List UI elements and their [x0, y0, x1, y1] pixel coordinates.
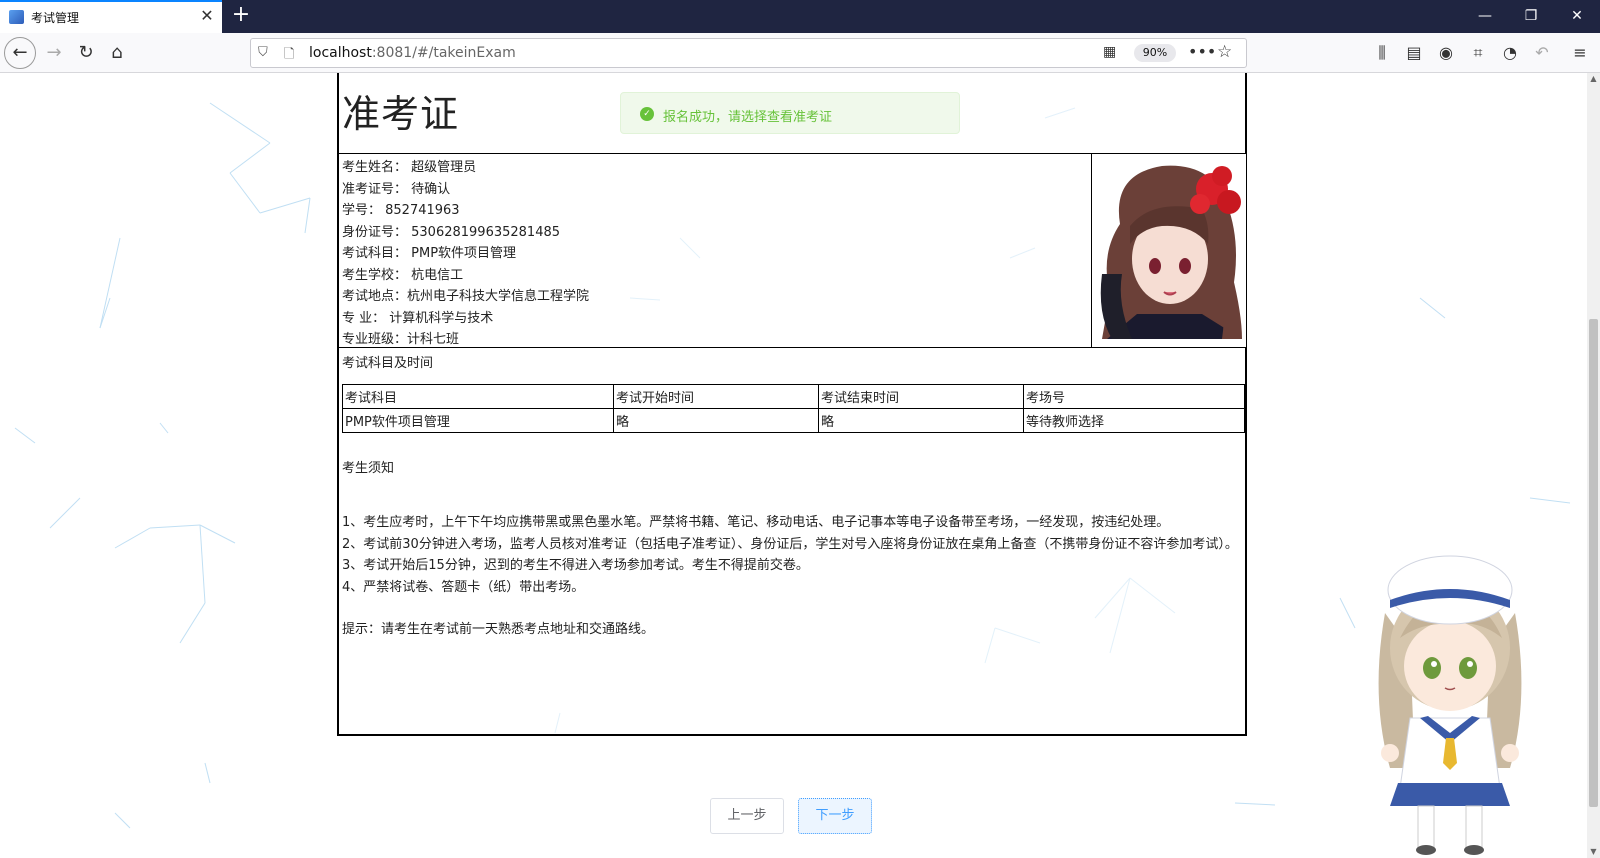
admission-ticket: 准考证 考生姓名： 超级管理员 准考证号： 待确认 学号： 852741963 …	[337, 73, 1247, 736]
tab-close-icon[interactable]: ✕	[198, 6, 216, 26]
scroll-up-icon[interactable]: ▲	[1587, 73, 1600, 85]
chat-icon[interactable]: ◔	[1500, 43, 1520, 62]
table-header-row: 考试科目 考试开始时间 考试结束时间 考场号	[342, 384, 1245, 409]
table-cell: PMP软件项目管理	[342, 408, 614, 433]
avatar	[1092, 154, 1246, 347]
close-window-button[interactable]: ✕	[1554, 0, 1600, 33]
table-cell: 略	[613, 408, 819, 433]
url-text[interactable]: localhost:8081/#/takeinExam	[309, 45, 516, 61]
favicon-icon	[9, 10, 24, 24]
nav-bar: ← → ↻ ⌂ ⛉ 🗋 localhost:8081/#/takeinExam …	[0, 33, 1600, 73]
more-actions-icon[interactable]: •••	[1188, 42, 1216, 61]
exam-schedule-label: 考试科目及时间	[342, 356, 434, 371]
home-icon[interactable]: ⌂	[101, 37, 133, 69]
table-row: PMP软件项目管理 略 略 等待教师选择	[342, 408, 1245, 433]
info-major: 专 业： 计算机科学与技术	[342, 310, 494, 326]
forward-icon[interactable]: →	[38, 37, 70, 69]
candidate-photo	[1091, 154, 1246, 347]
tip-text: 提示：请考生在考试前一天熟悉考点地址和交通路线。	[342, 622, 655, 637]
minimize-button[interactable]: —	[1462, 0, 1508, 33]
exam-schedule-table: 考试科目 考试开始时间 考试结束时间 考场号 PMP软件项目管理 略 略 等待教…	[342, 384, 1245, 433]
notice-title: 考生须知	[342, 461, 395, 476]
table-header: 考场号	[1023, 384, 1245, 409]
notice-item: 1、考生应考时，上午下午均应携带黑或黑色墨水笔。严禁将书籍、笔记、移动电话、电子…	[342, 515, 1170, 530]
screenshot-crop-icon[interactable]: ⌗	[1468, 43, 1488, 63]
qr-code-icon[interactable]: ▦	[1103, 44, 1116, 60]
vertical-scrollbar[interactable]: ▲ ▼	[1587, 73, 1600, 858]
mascot-character-image[interactable]	[1360, 538, 1540, 858]
info-name: 考生姓名： 超级管理员	[342, 160, 477, 175]
candidate-info: 考生姓名： 超级管理员 准考证号： 待确认 学号： 852741963 身份证号…	[342, 157, 1072, 351]
undo-icon[interactable]: ↶	[1532, 43, 1552, 62]
table-cell: 略	[818, 408, 1024, 433]
url-bar[interactable]: ⛉ 🗋 localhost:8081/#/takeinExam ▦ 90% ••…	[250, 38, 1247, 68]
page-info-icon[interactable]: 🗋	[284, 45, 294, 67]
info-student-id: 学号： 852741963	[342, 203, 460, 218]
notice-item: 3、考试开始后15分钟，迟到的考生不得进入考场参加考试。考生不得提前交卷。	[342, 558, 809, 573]
info-ticket-number: 准考证号： 待确认	[342, 181, 451, 197]
toast-message: 报名成功，请选择查看准考证	[663, 110, 833, 125]
notice-list: 1、考生应考时，上午下午均应携带黑或黑色墨水笔。严禁将书籍、笔记、移动电话、电子…	[342, 512, 1242, 641]
info-location: 考试地点：杭州电子科技大学信息工程学院	[342, 289, 590, 304]
notice-item: 4、严禁将试卷、答题卡（纸）带出考场。	[342, 579, 585, 595]
reload-icon[interactable]: ↻	[70, 37, 102, 69]
account-icon[interactable]: ◉	[1436, 43, 1456, 62]
info-subject: 考试科目： PMP软件项目管理	[342, 246, 517, 261]
bookmark-star-icon[interactable]: ☆	[1217, 42, 1232, 62]
scrollbar-thumb[interactable]	[1589, 319, 1598, 807]
table-header: 考试科目	[342, 384, 614, 409]
tab-bar: 考试管理 ✕ + — ❐ ✕	[0, 0, 1600, 33]
tab-title: 考试管理	[31, 11, 80, 25]
zoom-level-badge[interactable]: 90%	[1134, 44, 1176, 62]
next-step-button[interactable]: 下一步	[798, 798, 872, 834]
table-cell: 等待教师选择	[1023, 408, 1245, 433]
divider	[339, 347, 1245, 348]
restore-button[interactable]: ❐	[1508, 0, 1554, 33]
check-circle-icon: ✓	[640, 107, 654, 121]
scroll-down-icon[interactable]: ▼	[1587, 846, 1600, 858]
menu-icon[interactable]: ≡	[1570, 43, 1590, 62]
table-header: 考试开始时间	[613, 384, 819, 409]
success-toast: ✓ 报名成功，请选择查看准考证	[620, 92, 960, 134]
ticket-title: 准考证	[342, 92, 460, 136]
sidebar-icon[interactable]: ▤	[1404, 43, 1424, 62]
library-icon[interactable]: ⫼	[1372, 43, 1392, 63]
shield-icon[interactable]: ⛉	[258, 45, 268, 60]
page-viewport: 准考证 考生姓名： 超级管理员 准考证号： 待确认 学号： 852741963 …	[0, 73, 1587, 858]
table-header: 考试结束时间	[818, 384, 1024, 409]
info-school: 考生学校： 杭电信工	[342, 267, 464, 283]
notice-item: 2、考试前30分钟进入考场，监考人员核对准考证（包括电子准考证）、身份证后，学生…	[342, 536, 1238, 552]
info-id-card: 身份证号： 530628199635281485	[342, 224, 561, 240]
browser-tab[interactable]: 考试管理 ✕	[0, 0, 222, 33]
prev-step-button[interactable]: 上一步	[710, 798, 784, 834]
back-icon[interactable]: ←	[4, 37, 36, 69]
new-tab-button[interactable]: +	[229, 3, 253, 27]
